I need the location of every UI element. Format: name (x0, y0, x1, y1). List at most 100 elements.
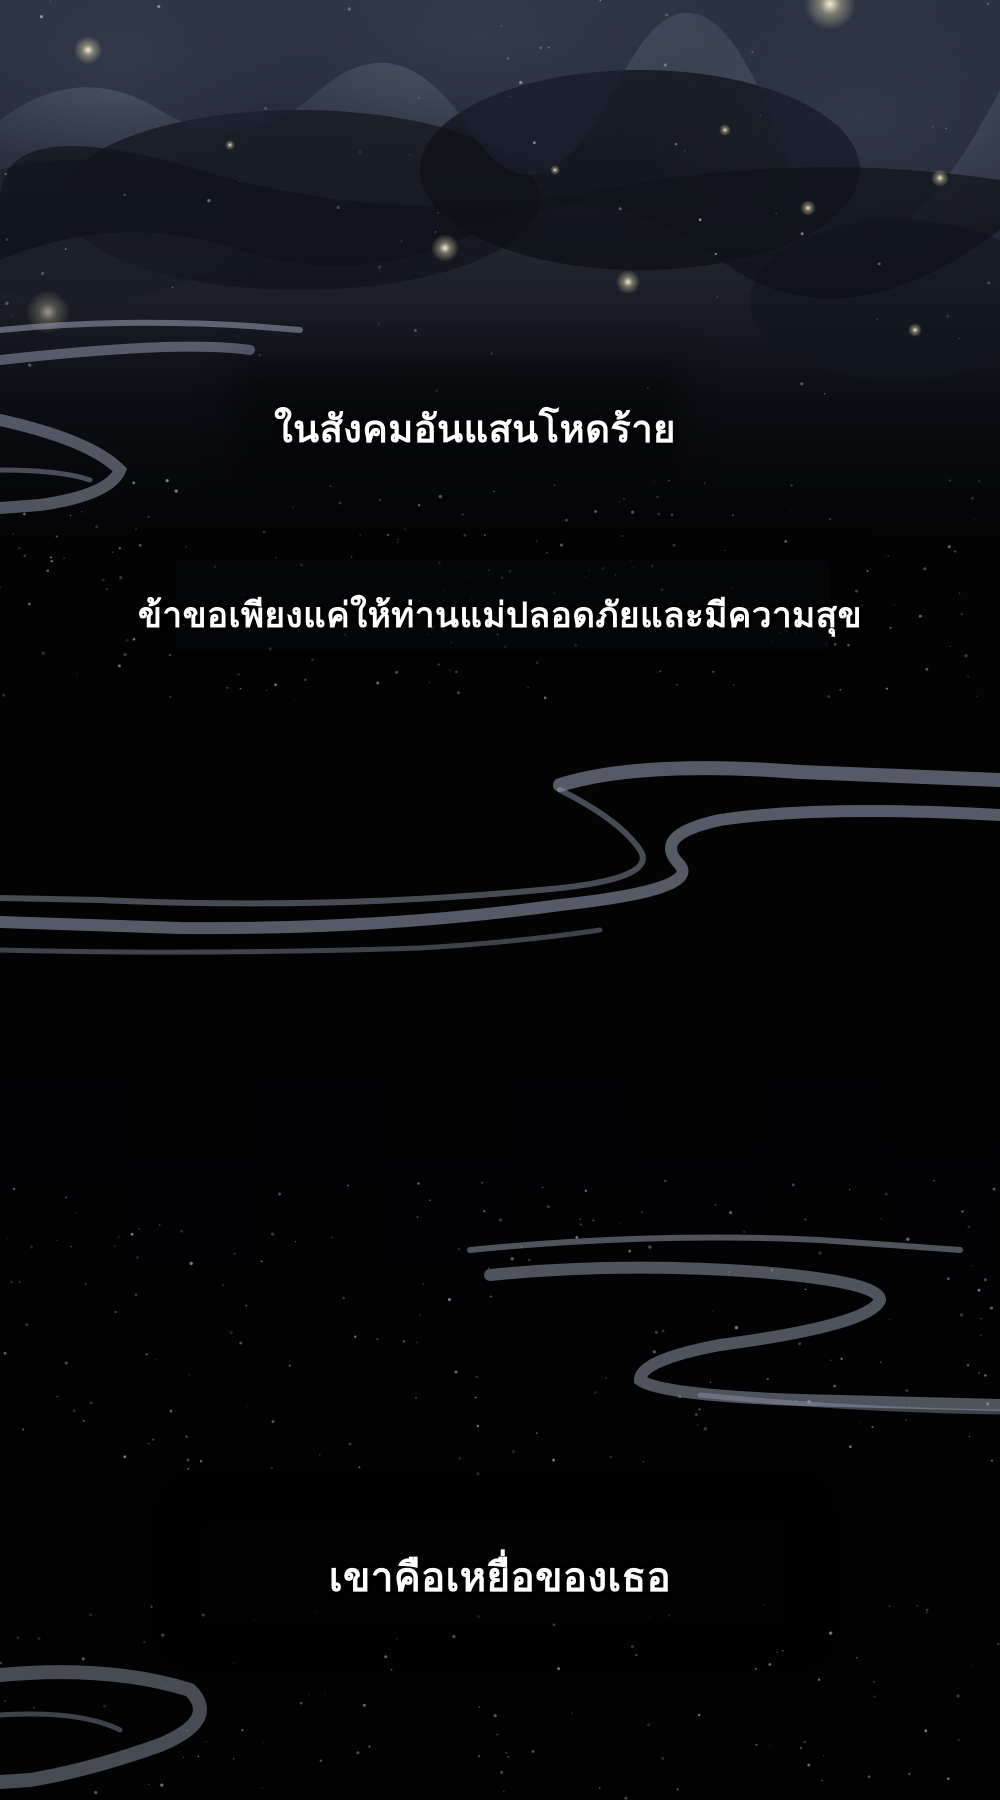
star-dot (714, 252, 718, 256)
star-dot (12, 533, 15, 535)
star-dot (70, 1245, 72, 1248)
star-dot (714, 1204, 717, 1206)
star-dot (414, 1397, 418, 1400)
star-dot (84, 1283, 87, 1285)
star-dot (824, 393, 826, 395)
caption-line-2: ข้าขอเพียงแค่ให้ท่านแม่ปลอดภัยและมีความส… (137, 596, 863, 636)
star-dot (594, 1391, 597, 1394)
star-dot (905, 1419, 907, 1421)
star-dot (461, 513, 464, 516)
star-dot (22, 1428, 25, 1431)
star-dot (507, 1756, 509, 1758)
star-dot (82, 1420, 85, 1422)
star-dot (703, 482, 706, 484)
star-dot (483, 534, 486, 537)
star-dot (488, 1267, 490, 1269)
star-dot (925, 667, 929, 671)
star-dot (331, 1236, 333, 1239)
star-dot (311, 658, 314, 661)
star-dot (5, 238, 9, 241)
star-dot (579, 1218, 582, 1221)
star-dot (134, 1293, 138, 1297)
star-dot (849, 1188, 851, 1190)
star-dot (37, 1636, 41, 1641)
star-dot (598, 1787, 601, 1789)
star-dot (552, 1623, 556, 1626)
star-dot (839, 688, 842, 691)
star-dot (906, 1237, 910, 1241)
star-dot (275, 556, 278, 559)
star-dot (553, 484, 556, 487)
star-dot (876, 318, 879, 320)
star-dot (5, 301, 9, 306)
star-dot (64, 1196, 68, 1199)
star-dot (867, 1775, 871, 1779)
star-dot (458, 1248, 460, 1250)
star-dot (354, 1335, 357, 1338)
star-dot (23, 554, 26, 557)
star-dot (664, 1179, 667, 1183)
star-dot (829, 518, 832, 521)
star-dot (422, 1283, 425, 1286)
star-dot (618, 501, 621, 503)
star-dot (40, 271, 45, 276)
star-dot (557, 1667, 561, 1671)
star-dot (947, 545, 951, 549)
star-dot (270, 1232, 275, 1236)
star-dot (926, 1611, 928, 1614)
star-dot (905, 1389, 909, 1392)
star-dot (829, 1631, 833, 1635)
star-dot (18, 546, 21, 550)
star-dot (804, 1288, 807, 1291)
star-dot (304, 678, 307, 681)
star-dot (260, 1260, 263, 1263)
star-dot (610, 1456, 612, 1458)
star-dot (12, 1187, 16, 1190)
star-dot (954, 550, 957, 553)
star-dot (584, 1189, 588, 1192)
star-dot (546, 551, 548, 554)
star-dot (75, 1212, 77, 1214)
star-dot (698, 218, 702, 222)
star-dot (653, 481, 656, 483)
star-dot (648, 1245, 652, 1249)
star-dot (527, 686, 529, 689)
star-dot (434, 231, 437, 233)
star-dot (751, 50, 754, 53)
star-dot (888, 1605, 891, 1607)
star-dot (186, 1458, 190, 1462)
star-dot (63, 557, 65, 560)
star-dot (973, 518, 976, 520)
star-dot (245, 1304, 248, 1307)
star-dot (734, 1325, 739, 1330)
star-dot (503, 1790, 505, 1793)
comic-panel: ในสังคมอันแสนโหดร้าย ข้าขอเพียงแค่ให้ท่า… (0, 0, 1000, 1800)
star-dot (564, 518, 569, 522)
star-dot (180, 1229, 183, 1233)
star-dot (101, 578, 105, 582)
star-dot (294, 1240, 297, 1243)
star-dot (384, 1655, 388, 1659)
star-dot (742, 1230, 746, 1234)
star-dot (970, 496, 975, 500)
star-dot (23, 512, 26, 516)
star-dot (359, 534, 362, 536)
star-dot (622, 497, 626, 501)
star-dot (226, 686, 229, 689)
star-dot (329, 485, 332, 487)
star-dot (605, 1377, 608, 1379)
star-dot (10, 1280, 13, 1284)
star-dot (984, 1374, 987, 1377)
star-dot (661, 1756, 665, 1760)
star-dot (478, 1755, 481, 1758)
star-dot (983, 1278, 988, 1282)
star-dot (979, 1334, 982, 1337)
star-dot (258, 353, 262, 357)
star-dot (848, 1445, 852, 1449)
star-dot (552, 1458, 556, 1462)
star-dot (980, 1317, 982, 1320)
star-dot (233, 1252, 236, 1255)
star-dot (232, 1758, 235, 1760)
star-dot (592, 1219, 595, 1222)
star-dot (493, 490, 495, 493)
